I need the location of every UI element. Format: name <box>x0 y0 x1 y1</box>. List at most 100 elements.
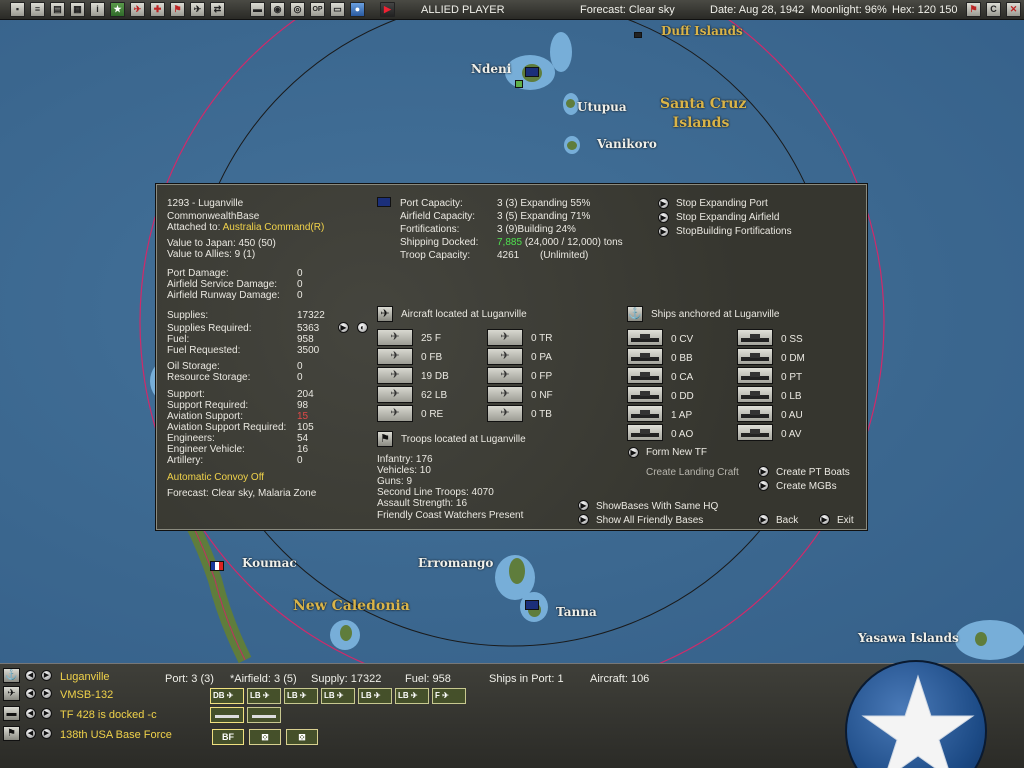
create-landing-craft-button[interactable]: Create Landing Craft <box>646 467 739 478</box>
list-icon[interactable]: ≡ <box>30 2 45 17</box>
map-filter-icon[interactable]: ▭ <box>330 2 345 17</box>
stop-airfield-arrow-icon[interactable]: ▶ <box>658 212 669 223</box>
aircraft-type-fb-icon[interactable]: ✈ <box>377 348 413 365</box>
next-arrow-icon[interactable]: ▶ <box>41 670 52 681</box>
stop-expanding-airfield-button[interactable]: Stop Expanding Airfield <box>676 212 779 223</box>
stop-port-arrow-icon[interactable]: ▶ <box>658 198 669 209</box>
air-unit-row-name[interactable]: VMSB-132 <box>60 689 113 701</box>
stop-expanding-port-button[interactable]: Stop Expanding Port <box>676 198 768 209</box>
globe-icon[interactable]: ◉ <box>270 2 285 17</box>
exit-arrow-icon[interactable]: ▶ <box>819 514 830 525</box>
ship-type-cv-icon[interactable] <box>627 329 663 346</box>
aircraft-type-re-icon[interactable]: ✈ <box>377 405 413 422</box>
stop-building-fortifications-button[interactable]: StopBuilding Fortifications <box>676 226 792 237</box>
next-arrow-icon[interactable]: ▶ <box>41 728 52 739</box>
ship-icon[interactable]: ▬ <box>3 706 20 721</box>
show-all-friendly-bases-button[interactable]: Show All Friendly Bases <box>596 515 703 526</box>
back-arrow-icon[interactable]: ▶ <box>758 514 769 525</box>
flag-toggle-icon[interactable]: ⚑ <box>966 2 981 17</box>
base-row-name[interactable]: Luganville <box>60 671 110 683</box>
c-button[interactable]: C <box>986 2 1001 17</box>
ship-type-ap-icon[interactable] <box>627 405 663 422</box>
aircraft-type-db-icon[interactable]: ✈ <box>377 367 413 384</box>
aircraft-type-fp-icon[interactable]: ✈ <box>487 367 523 384</box>
all-bases-arrow-icon[interactable]: ▶ <box>578 514 589 525</box>
form-new-tf-button[interactable]: Form New TF <box>646 447 707 458</box>
airfield-icon[interactable] <box>515 80 523 88</box>
ship-type-dm-icon[interactable] <box>737 348 773 365</box>
prev-arrow-icon[interactable]: ◀ <box>25 708 36 719</box>
aircraft-type-pa-icon[interactable]: ✈ <box>487 348 523 365</box>
land-unit-chip[interactable]: ⊠ <box>286 729 318 745</box>
aircraft-type-f-icon[interactable]: ✈ <box>377 329 413 346</box>
create-mgbs-button[interactable]: Create MGBs <box>776 481 837 492</box>
air-group-chip[interactable]: LB ✈ <box>284 688 318 704</box>
ship-marker-icon[interactable] <box>634 32 642 38</box>
attached-value[interactable]: Australia Command(R) <box>223 222 325 233</box>
anchor-icon[interactable]: ⚓ <box>3 668 20 683</box>
stop-forts-arrow-icon[interactable]: ▶ <box>658 226 669 237</box>
ship-type-au-icon[interactable] <box>737 405 773 422</box>
form-tf-arrow-icon[interactable]: ▶ <box>628 447 639 458</box>
create-pt-boats-button[interactable]: Create PT Boats <box>776 467 850 478</box>
swap-icon[interactable]: ⇄ <box>210 2 225 17</box>
ship-type-dd-icon[interactable] <box>627 386 663 403</box>
cross-icon[interactable]: ✚ <box>150 2 165 17</box>
options-icon[interactable]: OP <box>310 2 325 17</box>
base-force-chip[interactable]: BF <box>212 729 244 745</box>
prev-arrow-icon[interactable]: ◀ <box>25 728 36 739</box>
star-icon[interactable]: ★ <box>110 2 125 17</box>
prev-arrow-icon[interactable]: ◀ <box>25 670 36 681</box>
play-icon[interactable]: ▶ <box>380 2 395 17</box>
supply-arrow-button[interactable]: ▶ <box>338 322 349 333</box>
flag-icon[interactable]: ⚑ <box>3 726 20 741</box>
air-group-chip[interactable]: DB ✈ <box>210 688 244 704</box>
task-force-row-name[interactable]: TF 428 is docked -c <box>60 709 157 721</box>
ship-chip[interactable] <box>247 707 281 723</box>
menu-icon[interactable]: ▪ <box>10 2 25 17</box>
air-group-chip[interactable]: LB ✈ <box>247 688 281 704</box>
air-group-chip[interactable]: LB ✈ <box>358 688 392 704</box>
aircraft-type-nf-icon[interactable]: ✈ <box>487 386 523 403</box>
weather-icon[interactable]: ● <box>350 2 365 17</box>
australia-flag-icon[interactable] <box>525 67 539 77</box>
land-unit-chip[interactable]: ⊠ <box>249 729 281 745</box>
ship-type-av-icon[interactable] <box>737 424 773 441</box>
target-icon[interactable]: ◎ <box>290 2 305 17</box>
same-hq-arrow-icon[interactable]: ▶ <box>578 500 589 511</box>
prev-arrow-icon[interactable]: ◀ <box>25 688 36 699</box>
supply-toggle-button[interactable]: ◐ <box>357 322 368 333</box>
plane-icon[interactable]: ✈ <box>3 686 20 701</box>
france-flag-icon[interactable] <box>210 561 224 571</box>
ship-chip[interactable] <box>210 707 244 723</box>
ship-icon[interactable]: ▬ <box>250 2 265 17</box>
air-group-chip[interactable]: LB ✈ <box>321 688 355 704</box>
aircraft-type-tb-icon[interactable]: ✈ <box>487 405 523 422</box>
show-bases-same-hq-button[interactable]: ShowBases With Same HQ <box>596 501 718 512</box>
ship-type-ss-icon[interactable] <box>737 329 773 346</box>
land-unit-row-name[interactable]: 138th USA Base Force <box>60 729 172 741</box>
mgbs-arrow-icon[interactable]: ▶ <box>758 480 769 491</box>
report-icon[interactable]: ▤ <box>50 2 65 17</box>
aircraft-type-tr-icon[interactable]: ✈ <box>487 329 523 346</box>
close-icon[interactable]: ✕ <box>1006 2 1021 17</box>
next-arrow-icon[interactable]: ▶ <box>41 708 52 719</box>
aircraft-red-icon[interactable]: ✈ <box>130 2 145 17</box>
troops-flag-icon[interactable]: ⚑ <box>377 431 393 447</box>
exit-button[interactable]: Exit <box>837 515 854 526</box>
ship-type-ao-icon[interactable] <box>627 424 663 441</box>
automatic-convoy-toggle[interactable]: Automatic Convoy Off <box>167 472 264 483</box>
ship-type-bb-icon[interactable] <box>627 348 663 365</box>
air-group-chip[interactable]: F ✈ <box>432 688 466 704</box>
back-button[interactable]: Back <box>776 515 798 526</box>
table-icon[interactable]: ▦ <box>70 2 85 17</box>
aircraft-type-lb-icon[interactable]: ✈ <box>377 386 413 403</box>
pt-boats-arrow-icon[interactable]: ▶ <box>758 466 769 477</box>
next-arrow-icon[interactable]: ▶ <box>41 688 52 699</box>
ship-type-pt-icon[interactable] <box>737 367 773 384</box>
air-group-chip[interactable]: LB ✈ <box>395 688 429 704</box>
australia-flag-icon[interactable] <box>525 600 539 610</box>
ship-type-lb-icon[interactable] <box>737 386 773 403</box>
ship-type-ca-icon[interactable] <box>627 367 663 384</box>
plane-icon[interactable]: ✈ <box>190 2 205 17</box>
